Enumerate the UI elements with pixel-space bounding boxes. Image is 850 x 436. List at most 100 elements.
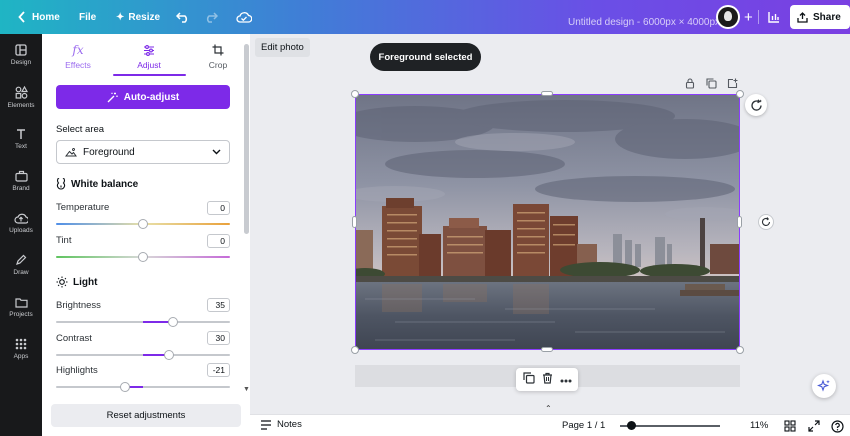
city-skyline-image — [355, 94, 740, 350]
brightness-value-input[interactable]: 35 — [207, 298, 230, 312]
contrast-label: Contrast — [56, 333, 92, 344]
white-balance-label: White balance — [71, 178, 139, 190]
resize-handle-top-right[interactable] — [736, 90, 744, 98]
notes-button[interactable]: Notes — [260, 419, 302, 430]
rail-item-projects[interactable]: Projects — [0, 290, 42, 324]
panel-scrollbar[interactable] — [244, 44, 249, 388]
bar-chart-icon — [768, 12, 779, 23]
rail-label-apps: Apps — [13, 353, 29, 360]
brightness-label: Brightness — [56, 300, 101, 311]
tint-slider[interactable] — [56, 252, 230, 262]
design-icon — [15, 44, 27, 56]
rail-item-uploads[interactable]: Uploads — [0, 206, 42, 240]
highlights-slider-knob[interactable] — [119, 382, 130, 392]
temperature-slider[interactable] — [56, 219, 230, 229]
file-menu-button[interactable]: File — [73, 5, 102, 29]
temperature-value-input[interactable]: 0 — [207, 201, 230, 215]
canvas-photo[interactable] — [355, 94, 740, 350]
fullscreen-icon[interactable] — [807, 419, 821, 433]
rail-item-elements[interactable]: Elements — [0, 80, 42, 114]
select-area-label: Select area — [56, 124, 105, 135]
resize-label: Resize — [128, 11, 161, 23]
adjust-panel: fx Effects Adjust Crop Auto-adjust Selec… — [42, 34, 250, 436]
tab-crop[interactable]: Crop — [206, 42, 230, 70]
tab-adjust[interactable]: Adjust — [137, 42, 161, 70]
resize-handle-left[interactable] — [352, 216, 357, 228]
temperature-slider-knob[interactable] — [138, 219, 148, 229]
rail-item-text[interactable]: Text — [0, 122, 42, 156]
text-icon — [17, 129, 25, 139]
rail-item-design[interactable]: Design — [0, 38, 42, 72]
undo-icon — [176, 12, 188, 23]
highlights-value-input[interactable]: -21 — [207, 363, 230, 377]
rail-item-apps[interactable]: Apps — [0, 332, 42, 366]
white-balance-heading: White balance — [56, 178, 138, 190]
brightness-slider[interactable] — [56, 317, 230, 327]
duplicate-icon[interactable] — [522, 372, 535, 387]
tab-effects[interactable]: fx Effects — [65, 42, 91, 70]
uploads-icon — [14, 213, 28, 224]
cloud-save-button[interactable] — [232, 5, 256, 29]
light-heading: Light — [56, 276, 97, 288]
highlights-slider[interactable] — [56, 382, 230, 392]
duplicate-page-icon[interactable] — [704, 76, 718, 90]
scrollbar-thumb[interactable] — [244, 44, 249, 234]
bottom-bar: Notes Page 1 / 1 11% — [250, 414, 850, 436]
magic-assistant-button[interactable] — [812, 374, 836, 398]
upload-icon — [797, 11, 808, 23]
tint-value-input[interactable]: 0 — [207, 234, 230, 248]
redo-icon — [206, 12, 218, 23]
foreground-selected-toast: Foreground selected — [370, 43, 481, 71]
contrast-slider-knob[interactable] — [164, 350, 175, 360]
redo-button[interactable] — [200, 5, 222, 29]
tab-crop-label: Crop — [208, 60, 228, 70]
resize-handle-bottom-right[interactable] — [736, 346, 744, 354]
reset-adjustments-button[interactable]: Reset adjustments — [51, 404, 241, 427]
cloud-check-icon — [236, 12, 252, 23]
resize-handle-right[interactable] — [737, 216, 742, 228]
apps-icon — [15, 338, 27, 350]
design-title[interactable]: Untitled design - 6000px × 4000px — [562, 10, 726, 34]
share-button[interactable]: Share — [790, 5, 850, 29]
auto-adjust-button[interactable]: Auto-adjust — [56, 85, 230, 109]
help-icon[interactable] — [830, 419, 844, 433]
resize-button[interactable]: ✦ Resize — [110, 5, 166, 29]
brightness-slider-knob[interactable] — [168, 317, 179, 327]
chevron-up-icon[interactable]: ⌃ — [545, 404, 552, 413]
contrast-slider[interactable] — [56, 350, 230, 360]
zoom-level[interactable]: 11% — [750, 420, 768, 431]
highlights-label: Highlights — [56, 365, 98, 376]
rotate-button[interactable] — [758, 214, 774, 230]
zoom-slider-knob[interactable] — [626, 421, 636, 430]
brand-icon — [14, 170, 28, 182]
add-page-icon[interactable] — [725, 76, 739, 90]
resize-handle-bottom[interactable] — [541, 347, 553, 352]
scroll-down-arrow-icon[interactable]: ▼ — [243, 386, 250, 393]
resize-handle-bottom-left[interactable] — [351, 346, 359, 354]
select-area-dropdown[interactable]: Foreground — [56, 140, 230, 164]
rail-item-draw[interactable]: Draw — [0, 248, 42, 282]
resize-handle-top-left[interactable] — [351, 90, 359, 98]
tint-slider-knob[interactable] — [138, 252, 148, 262]
auto-adjust-label: Auto-adjust — [123, 91, 180, 103]
grid-view-icon[interactable] — [783, 419, 797, 433]
trash-icon[interactable] — [542, 372, 553, 387]
divider — [758, 10, 759, 24]
regenerate-button[interactable] — [745, 94, 767, 116]
resize-handle-top[interactable] — [541, 91, 553, 96]
elements-icon — [15, 85, 28, 99]
contrast-value-input[interactable]: 30 — [207, 331, 230, 345]
rail-item-brand[interactable]: Brand — [0, 164, 42, 198]
insights-button[interactable] — [764, 5, 784, 29]
avatar[interactable] — [716, 5, 740, 29]
page-indicator[interactable]: Page 1 / 1 — [562, 420, 605, 431]
add-collaborator-button[interactable]: + — [740, 5, 757, 29]
more-options-icon[interactable] — [560, 374, 572, 386]
home-button[interactable]: Home — [26, 5, 66, 29]
lock-icon[interactable] — [683, 76, 697, 90]
landscape-icon — [65, 148, 77, 157]
undo-button[interactable] — [172, 5, 194, 29]
edit-photo-button[interactable]: Edit photo — [255, 38, 310, 57]
active-tab-indicator — [113, 74, 186, 76]
edit-toolbar: Edit photo — [250, 34, 850, 60]
